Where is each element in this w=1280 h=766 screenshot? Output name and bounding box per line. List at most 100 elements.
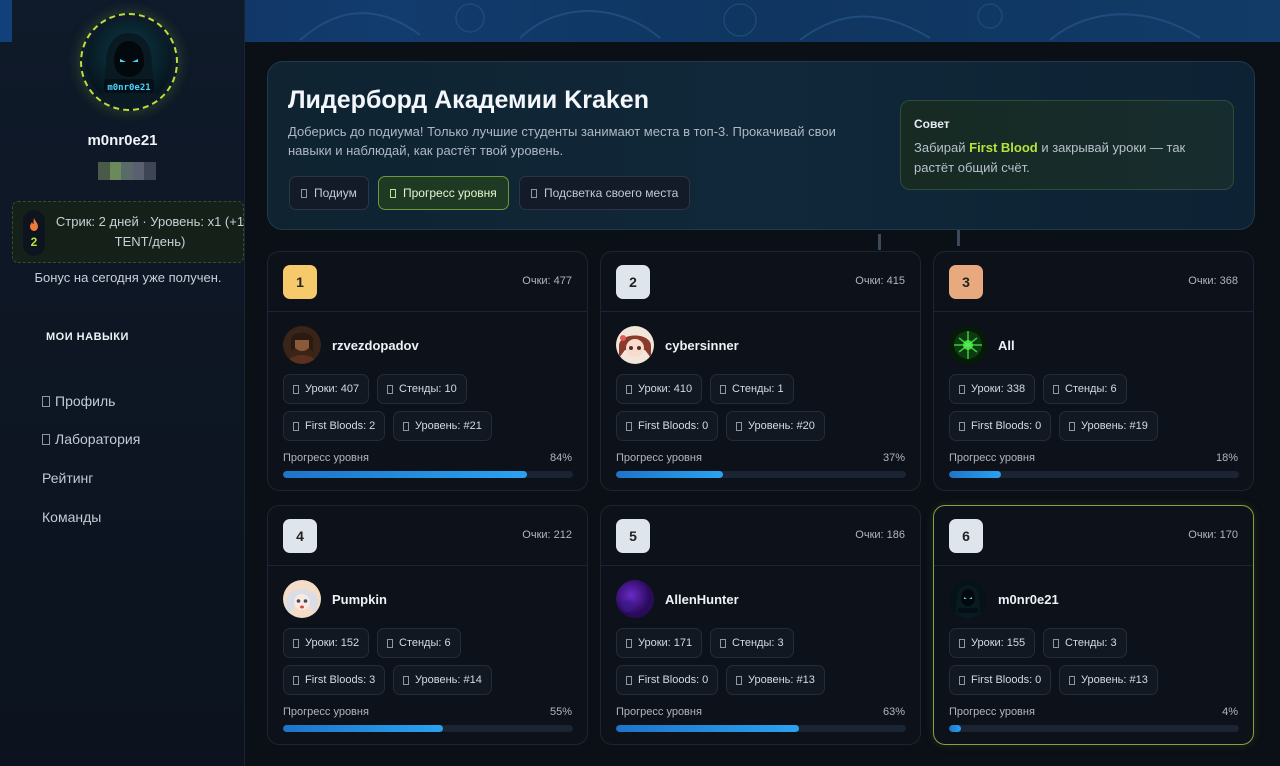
first-bloods-value: First Bloods: 0 bbox=[638, 674, 709, 686]
sidebar-item-laboratory[interactable]: Лаборатория bbox=[42, 431, 140, 447]
highlight-icon bbox=[531, 188, 537, 198]
tab-podium[interactable]: Подиум bbox=[289, 176, 369, 210]
user-name[interactable]: m0nr0e21 bbox=[998, 592, 1059, 607]
level-icon bbox=[403, 421, 409, 431]
stands-chip: Стенды: 1 bbox=[710, 374, 794, 404]
sidebar-username: m0nr0e21 bbox=[87, 132, 158, 149]
user-avatar[interactable] bbox=[283, 326, 321, 364]
stands-value: Стенды: 3 bbox=[732, 637, 784, 649]
level-chip: Уровень: #21 bbox=[393, 411, 492, 441]
leaderboard-card-current-user[interactable]: 6 Очки: 170 m0nr0e21 Уроки: 155 Стенды: … bbox=[933, 505, 1254, 745]
user-icon bbox=[42, 395, 50, 407]
first-blood-icon bbox=[959, 421, 965, 431]
progress-percent: 63% bbox=[882, 706, 905, 718]
user-avatar[interactable] bbox=[616, 580, 654, 618]
stands-chip: Стенды: 6 bbox=[377, 628, 461, 658]
profile-avatar[interactable]: m0nr0e21 bbox=[80, 13, 178, 111]
card-header: 2 Очки: 415 bbox=[601, 252, 920, 312]
flame-icon bbox=[30, 217, 38, 231]
progress-percent: 55% bbox=[549, 706, 572, 718]
sidebar-item-teams[interactable]: Команды bbox=[42, 509, 101, 525]
stands-chip: Стенды: 6 bbox=[1043, 374, 1127, 404]
level-chip: Уровень: #13 bbox=[726, 665, 825, 695]
tip-text-prefix: Забирай bbox=[914, 140, 970, 155]
first-blood-icon bbox=[626, 421, 632, 431]
avatar-tag: m0nr0e21 bbox=[107, 83, 150, 93]
tab-label: Прогресс уровня bbox=[403, 186, 497, 200]
sidebar-edge bbox=[0, 0, 12, 42]
stands-icon bbox=[1053, 638, 1059, 648]
stands-value: Стенды: 1 bbox=[732, 383, 784, 395]
points-label: Очки: 186 bbox=[855, 529, 905, 541]
sidebar-item-profile[interactable]: Профиль bbox=[42, 393, 115, 409]
sidebar-item-label: Рейтинг bbox=[42, 470, 94, 486]
user-avatar[interactable] bbox=[949, 326, 987, 364]
progress-fill bbox=[616, 725, 799, 732]
lessons-value: Уроки: 338 bbox=[971, 383, 1026, 395]
leaderboard-card[interactable]: 5 Очки: 186 AllenHunter Уроки: 171 Стенд… bbox=[600, 505, 921, 745]
streak-panel: 2 Стрик: 2 дней · Уровень: x1 (+1 TENT/д… bbox=[12, 201, 244, 263]
level-value: Уровень: #21 bbox=[415, 420, 482, 432]
lessons-icon bbox=[293, 638, 299, 648]
progress-bar bbox=[283, 725, 573, 732]
stands-icon bbox=[720, 384, 726, 394]
lessons-icon bbox=[959, 638, 965, 648]
stands-icon bbox=[720, 638, 726, 648]
background-mark bbox=[957, 230, 960, 246]
first-bloods-value: First Bloods: 2 bbox=[305, 420, 376, 432]
tip-box: Совет Забирай First Blood и закрывай уро… bbox=[900, 100, 1234, 190]
bonus-text: Бонус на сегодня уже получен. bbox=[34, 270, 222, 285]
user-avatar[interactable] bbox=[949, 580, 987, 618]
leaderboard-card[interactable]: 3 Очки: 368 All Уроки: 338 Стенды: 6 Fir… bbox=[933, 251, 1254, 491]
lessons-value: Уроки: 407 bbox=[305, 383, 360, 395]
user-name[interactable]: Pumpkin bbox=[332, 592, 387, 607]
progress-percent: 18% bbox=[1215, 452, 1238, 464]
sidebar-item-rating[interactable]: Рейтинг bbox=[42, 470, 93, 486]
lessons-chip: Уроки: 171 bbox=[616, 628, 703, 658]
progress-icon bbox=[390, 188, 396, 198]
progress-bar bbox=[616, 471, 906, 478]
tab-label: Подиум bbox=[314, 186, 357, 200]
lessons-value: Уроки: 155 bbox=[971, 637, 1026, 649]
progress-label: Прогресс уровня bbox=[616, 706, 702, 718]
tab-highlight-my-place[interactable]: Подсветка своего места bbox=[519, 176, 691, 210]
user-name[interactable]: AllenHunter bbox=[665, 592, 739, 607]
skills-title[interactable]: МОИ НАВЫКИ bbox=[46, 331, 129, 343]
progress-bar bbox=[949, 471, 1239, 478]
progress-fill bbox=[949, 725, 961, 732]
first-bloods-value: First Bloods: 0 bbox=[971, 674, 1042, 686]
stands-chip: Стенды: 3 bbox=[710, 628, 794, 658]
stands-chip: Стенды: 3 bbox=[1043, 628, 1127, 658]
sidebar-item-label: Профиль bbox=[55, 393, 116, 409]
points-label: Очки: 415 bbox=[855, 275, 905, 287]
leaderboard-card[interactable]: 2 Очки: 415 cybersinner Уроки: 410 Стенд… bbox=[600, 251, 921, 491]
level-icon bbox=[736, 421, 742, 431]
lessons-chip: Уроки: 338 bbox=[949, 374, 1036, 404]
tab-level-progress[interactable]: Прогресс уровня bbox=[378, 176, 509, 210]
first-blood-icon bbox=[293, 421, 299, 431]
flask-icon bbox=[42, 433, 50, 445]
rank-badge: 6 bbox=[949, 519, 983, 553]
leaderboard-card[interactable]: 4 Очки: 212 Pumpkin Уроки: 152 Стенды: 6… bbox=[267, 505, 588, 745]
user-avatar[interactable] bbox=[616, 326, 654, 364]
level-chip: Уровень: #14 bbox=[393, 665, 492, 695]
level-icon bbox=[1069, 421, 1075, 431]
lessons-value: Уроки: 410 bbox=[638, 383, 693, 395]
stands-value: Стенды: 3 bbox=[1065, 637, 1117, 649]
user-avatar[interactable] bbox=[283, 580, 321, 618]
user-name[interactable]: cybersinner bbox=[665, 338, 739, 353]
lessons-value: Уроки: 152 bbox=[305, 637, 360, 649]
first-blood-icon bbox=[293, 675, 299, 685]
card-header: 5 Очки: 186 bbox=[601, 506, 920, 566]
tip-title: Совет bbox=[914, 117, 950, 131]
user-name[interactable]: rzvezdopadov bbox=[332, 338, 419, 353]
progress-bar bbox=[949, 725, 1239, 732]
points-label: Очки: 212 bbox=[522, 529, 572, 541]
leaderboard-card[interactable]: 1 Очки: 477 rzvezdopadov Уроки: 407 Стен… bbox=[267, 251, 588, 491]
level-value: Уровень: #19 bbox=[1081, 420, 1148, 432]
first-bloods-chip: First Bloods: 2 bbox=[283, 411, 386, 441]
progress-label: Прогресс уровня bbox=[283, 706, 369, 718]
progress-fill bbox=[616, 471, 724, 478]
progress-label: Прогресс уровня bbox=[949, 706, 1035, 718]
user-name[interactable]: All bbox=[998, 338, 1015, 353]
